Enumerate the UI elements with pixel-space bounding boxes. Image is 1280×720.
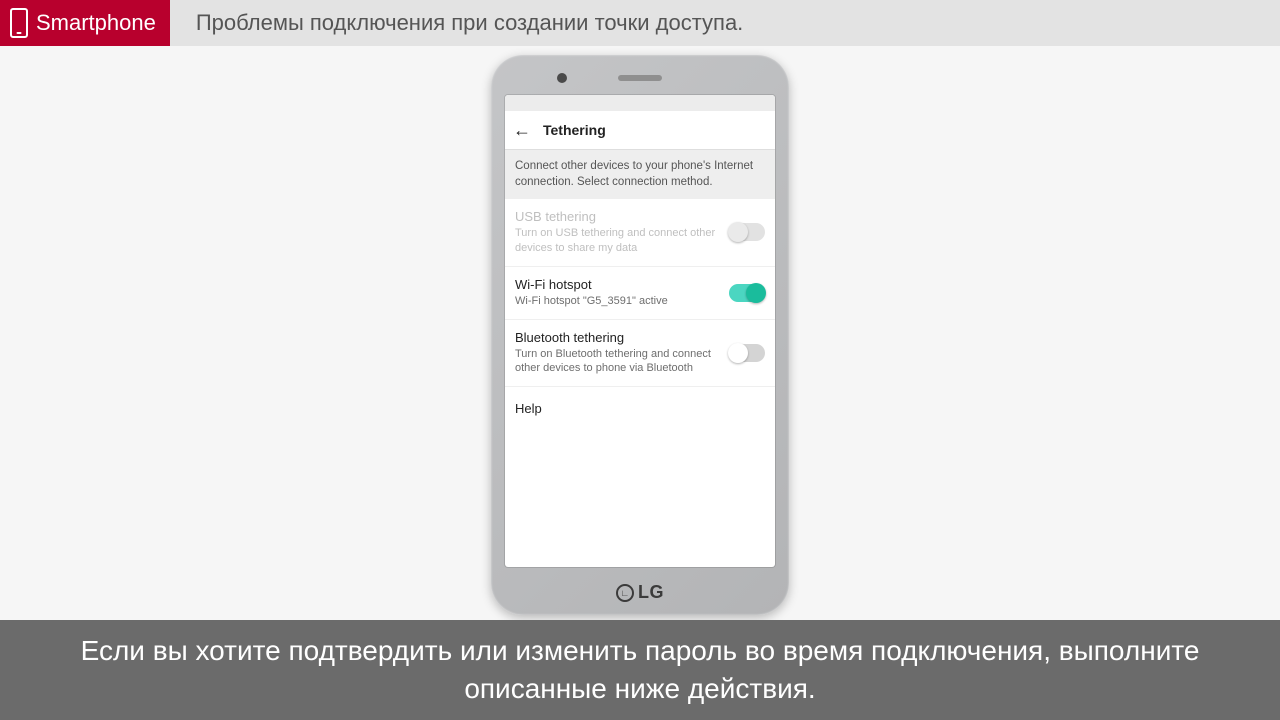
usb-sub: Turn on USB tethering and connect other … <box>515 226 719 256</box>
category-badge: Smartphone <box>0 0 170 46</box>
usb-toggle <box>729 223 765 241</box>
wifi-title: Wi-Fi hotspot <box>515 277 719 292</box>
phone-mockup: ← Tethering Connect other devices to you… <box>491 55 789 615</box>
status-bar <box>505 95 775 111</box>
help-row[interactable]: Help <box>505 387 775 430</box>
top-bar: Smartphone Проблемы подключения при созд… <box>0 0 1280 46</box>
wifi-sub: Wi-Fi hotspot "G5_3591" active <box>515 294 719 309</box>
phone-camera <box>557 73 567 83</box>
usb-title: USB tethering <box>515 209 719 224</box>
phone-brand: LG <box>638 582 664 603</box>
smartphone-icon <box>10 8 28 38</box>
screen-title: Tethering <box>543 122 606 138</box>
page-title: Проблемы подключения при создании точки … <box>196 10 743 36</box>
lg-logo-icon: ∟ <box>616 584 634 602</box>
bt-sub: Turn on Bluetooth tethering and connect … <box>515 347 719 377</box>
bt-title: Bluetooth tethering <box>515 330 719 345</box>
caption-bar: Если вы хотите подтвердить или изменить … <box>0 620 1280 720</box>
bluetooth-toggle[interactable] <box>729 344 765 362</box>
phone-screen: ← Tethering Connect other devices to you… <box>505 95 775 567</box>
wifi-hotspot-row[interactable]: Wi-Fi hotspot Wi-Fi hotspot "G5_3591" ac… <box>505 267 775 320</box>
back-arrow-icon[interactable]: ← <box>513 121 531 139</box>
bluetooth-tethering-row[interactable]: Bluetooth tethering Turn on Bluetooth te… <box>505 320 775 388</box>
usb-tethering-row: USB tethering Turn on USB tethering and … <box>505 199 775 267</box>
phone-speaker <box>618 75 662 81</box>
wifi-toggle[interactable] <box>729 284 765 302</box>
phone-logo: ∟ LG <box>616 582 664 603</box>
screen-header: ← Tethering <box>505 111 775 150</box>
screen-description: Connect other devices to your phone's In… <box>505 150 775 199</box>
badge-label: Smartphone <box>36 10 156 36</box>
